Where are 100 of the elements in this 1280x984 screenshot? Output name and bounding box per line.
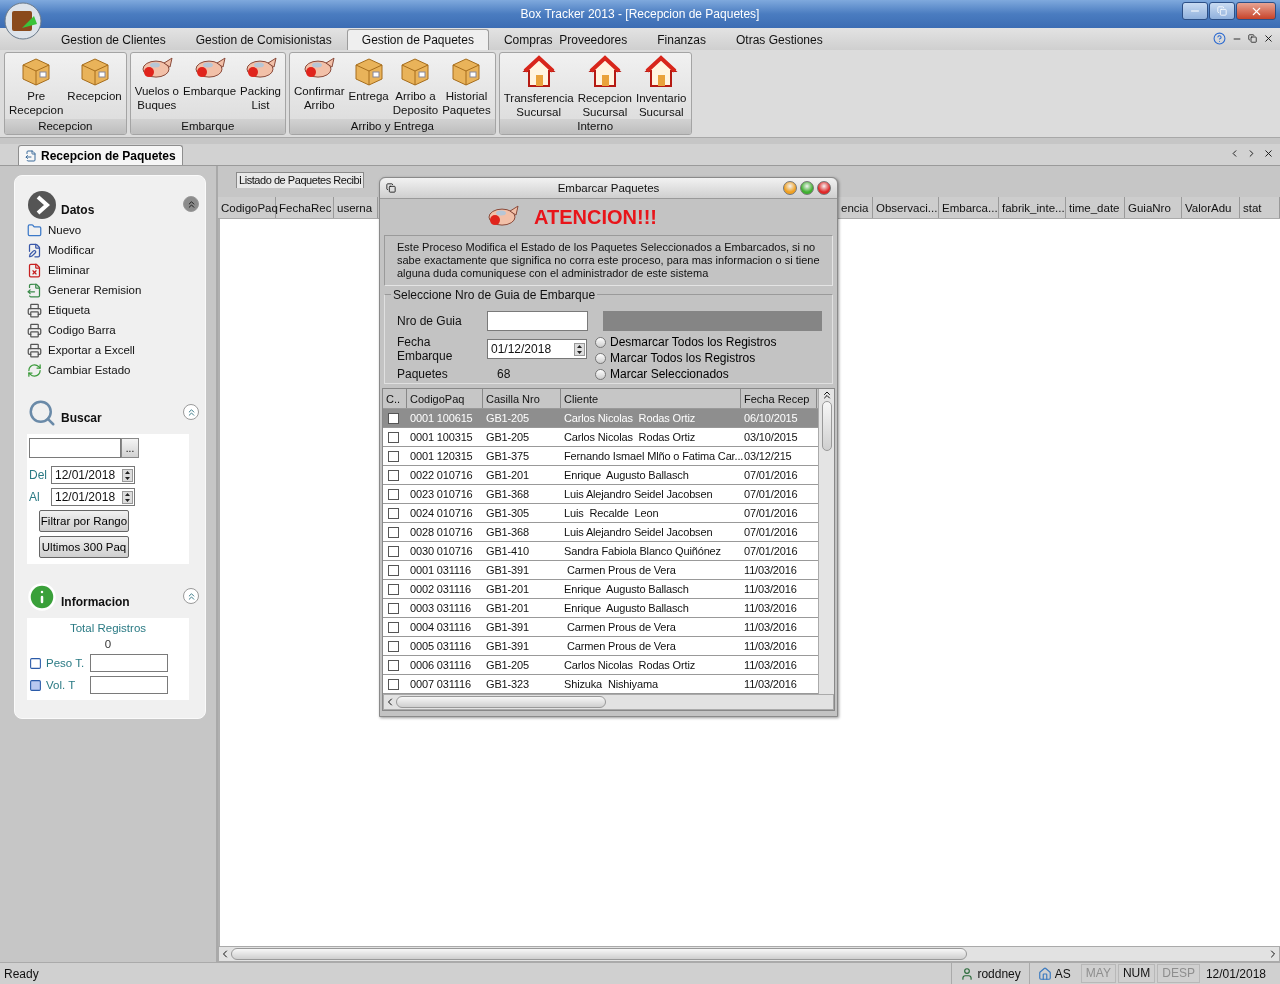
guide-number-field[interactable] xyxy=(487,311,588,331)
search-field[interactable] xyxy=(29,438,121,458)
minimize-button[interactable] xyxy=(783,181,797,195)
ribbon-tab[interactable]: Finanzas xyxy=(642,29,721,50)
table-cell-text: GB1-205 xyxy=(485,431,530,443)
column-header[interactable]: Casilla Nro xyxy=(483,389,561,408)
ribbon-button[interactable]: Packing List xyxy=(238,55,283,113)
scrollbar-thumb[interactable] xyxy=(231,948,967,960)
row-checkbox[interactable] xyxy=(388,640,399,652)
column-header[interactable]: CodigoPaq xyxy=(407,389,483,408)
column-header[interactable]: userna xyxy=(334,197,378,218)
column-header[interactable]: CodigoPaq xyxy=(218,197,276,218)
filter-button[interactable]: Ultimos 300 Paq xyxy=(39,536,129,558)
app-orb-icon[interactable] xyxy=(4,2,42,40)
ribbon-tab[interactable]: Gestion de Clientes xyxy=(46,29,181,50)
row-checkbox[interactable] xyxy=(388,412,399,424)
column-header[interactable]: time_date xyxy=(1066,197,1125,218)
ribbon-button[interactable]: Inventario Sucursal xyxy=(634,55,689,119)
scrollbar-thumb[interactable] xyxy=(821,401,832,451)
ribbon-tab[interactable]: Gestion de Paquetes xyxy=(346,29,489,50)
column-header[interactable]: Fecha Recep xyxy=(741,389,817,408)
close-icon[interactable] xyxy=(1263,148,1274,159)
column-header[interactable]: Observaci... xyxy=(873,197,939,218)
scrollbar-thumb[interactable] xyxy=(396,696,606,708)
ribbon-button[interactable]: Pre Recepcion xyxy=(7,55,66,117)
ribbon-tab[interactable]: Otras Gestiones xyxy=(720,29,838,50)
row-checkbox[interactable] xyxy=(388,488,399,500)
radio-option[interactable]: Marcar Todos los Registros xyxy=(595,351,822,365)
table-cell-text: Carmen Prous de Vera xyxy=(565,640,677,652)
filter-button[interactable]: Filtrar por Rango xyxy=(39,510,129,532)
collapse-icon[interactable] xyxy=(183,196,199,212)
column-header[interactable]: ValorAdu xyxy=(1182,197,1240,218)
ribbon-button[interactable]: Recepcion xyxy=(65,55,124,103)
ribbon-button[interactable]: Arribo a Deposito xyxy=(390,55,441,117)
date-field[interactable]: 12/01/2018 xyxy=(51,488,135,506)
sidebar-item[interactable]: Eliminar xyxy=(27,260,199,280)
sidebar-item[interactable]: Codigo Barra xyxy=(27,320,199,340)
row-checkbox[interactable] xyxy=(388,659,399,671)
row-checkbox[interactable] xyxy=(388,507,399,519)
column-header[interactable]: Embarca... xyxy=(939,197,999,218)
restore-button[interactable] xyxy=(1209,2,1235,20)
ribbon-button[interactable]: Entrega xyxy=(346,55,391,103)
row-checkbox[interactable] xyxy=(388,583,399,595)
document-icon xyxy=(27,282,42,298)
row-checkbox[interactable] xyxy=(388,526,399,538)
row-checkbox[interactable] xyxy=(388,602,399,614)
weight-field[interactable] xyxy=(90,654,168,672)
search-icon xyxy=(27,398,57,428)
radio-option[interactable]: Desmarcar Todos los Registros xyxy=(595,335,822,349)
close-icon[interactable] xyxy=(1263,33,1274,44)
column-header[interactable]: fabrik_inte... xyxy=(999,197,1066,218)
close-button[interactable] xyxy=(1236,2,1276,20)
ribbon-button[interactable]: Confirmar Arribo xyxy=(292,55,347,113)
spinner-icon[interactable] xyxy=(574,342,585,356)
sidebar-item[interactable]: Cambiar Estado xyxy=(27,360,199,380)
column-header[interactable]: FechaRec xyxy=(276,197,334,218)
sidebar-item[interactable]: Generar Remision xyxy=(27,280,199,300)
sidebar-item[interactable]: Etiqueta xyxy=(27,300,199,320)
table-cell-text: Shizuka Nishiyama xyxy=(563,678,659,690)
ribbon-button[interactable]: Transferencia Sucursal xyxy=(501,55,576,119)
table-cell-text: GB1-201 xyxy=(485,602,530,614)
document-tab[interactable]: Recepcion de Paquetes xyxy=(18,145,183,165)
volume-field[interactable] xyxy=(90,676,168,694)
browse-button[interactable]: ... xyxy=(121,438,139,458)
column-header[interactable]: stat xyxy=(1240,197,1280,218)
sidebar-item[interactable]: Exportar a Excell xyxy=(27,340,199,360)
row-checkbox[interactable] xyxy=(388,469,399,481)
row-checkbox[interactable] xyxy=(388,431,399,443)
row-checkbox[interactable] xyxy=(388,564,399,576)
column-header[interactable]: C.. xyxy=(383,389,407,408)
spinner-icon[interactable] xyxy=(122,490,133,504)
ribbon-tab[interactable]: Compras Proveedores xyxy=(488,29,643,50)
row-checkbox[interactable] xyxy=(388,678,399,690)
table-cell-text: 0028 010716 xyxy=(409,526,474,538)
close-button[interactable] xyxy=(817,181,831,195)
row-checkbox[interactable] xyxy=(388,450,399,462)
ribbon-button[interactable]: Recepcion Sucursal xyxy=(575,55,634,119)
status-message: Ready xyxy=(4,966,40,981)
minimize-button[interactable] xyxy=(1182,2,1208,20)
column-header[interactable]: Cliente xyxy=(561,389,741,408)
restore-icon[interactable] xyxy=(1248,34,1257,43)
ribbon-button[interactable]: Vuelos o Buques xyxy=(132,55,181,113)
listing-tab[interactable]: Listado de Paquetes Recibi xyxy=(236,172,365,188)
table-cell-text: Carlos Nicolas Rodas Ortiz xyxy=(563,431,697,443)
user-icon xyxy=(960,966,975,981)
radio-option[interactable]: Marcar Seleccionados xyxy=(595,367,822,381)
row-checkbox[interactable] xyxy=(388,545,399,557)
spinner-icon[interactable] xyxy=(122,468,133,482)
sidebar-item[interactable]: Modificar xyxy=(27,240,199,260)
row-checkbox[interactable] xyxy=(388,621,399,633)
help-icon[interactable] xyxy=(1213,32,1226,45)
date-field[interactable]: 12/01/2018 xyxy=(51,466,135,484)
date-field[interactable]: 01/12/2018 xyxy=(487,339,587,359)
column-header[interactable]: GuiaNro xyxy=(1125,197,1182,218)
maximize-button[interactable] xyxy=(800,181,814,195)
ribbon-tab[interactable]: Gestion de Comisionistas xyxy=(180,29,347,50)
table-cell-text: 07/01/2016 xyxy=(743,488,799,500)
ribbon-button[interactable]: Historial Paquetes xyxy=(440,55,493,117)
sidebar-item[interactable]: Nuevo xyxy=(27,220,199,240)
ribbon-button[interactable]: Embarque xyxy=(181,55,239,99)
